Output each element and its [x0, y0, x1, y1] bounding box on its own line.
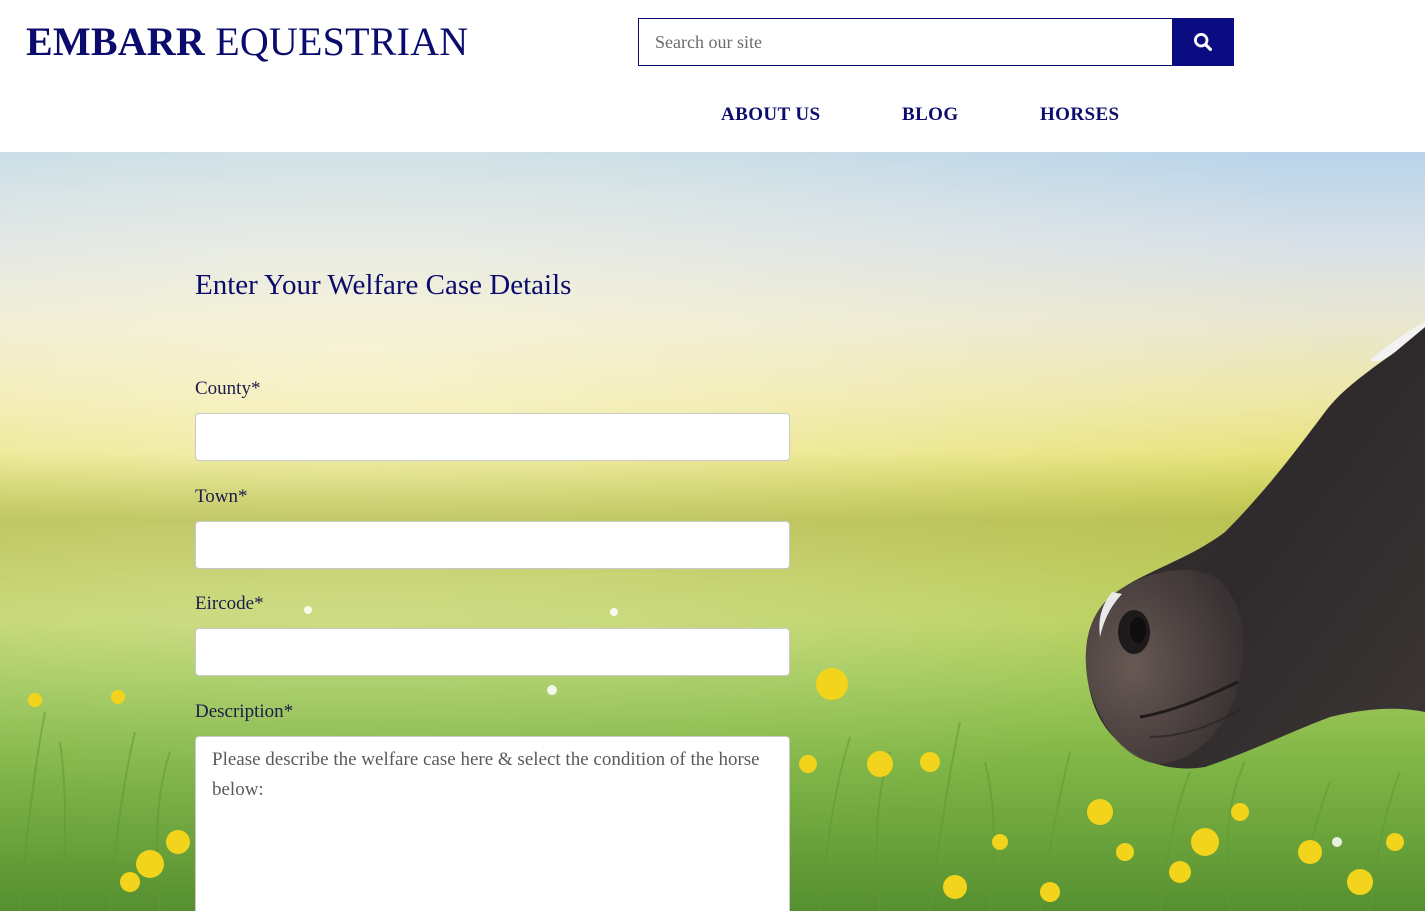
brand-name-light: EQUESTRIAN [215, 19, 469, 64]
search-icon [1193, 32, 1212, 51]
county-input[interactable] [195, 413, 790, 461]
county-label: County* [195, 378, 261, 399]
eircode-input[interactable] [195, 628, 790, 676]
town-input[interactable] [195, 521, 790, 569]
site-logo[interactable]: EMBARR EQUESTRIAN [26, 18, 468, 66]
eircode-label: Eircode* [195, 593, 264, 614]
brand-name-bold: EMBARR [26, 19, 205, 64]
search-input[interactable] [638, 18, 1172, 66]
description-textarea[interactable] [195, 736, 790, 911]
form-title: Enter Your Welfare Case Details [195, 269, 572, 301]
search-button[interactable] [1172, 18, 1234, 66]
main-nav: ABOUT US BLOG HORSES [0, 104, 1425, 134]
nav-item-about-us[interactable]: ABOUT US [721, 104, 820, 126]
town-label: Town* [195, 486, 248, 507]
description-label: Description* [195, 701, 294, 722]
site-header: EMBARR EQUESTRIAN ABOUT US BLOG HORSES [0, 0, 1425, 152]
search-form [638, 18, 1234, 66]
hero-background: Enter Your Welfare Case Details County* … [0, 152, 1425, 911]
nav-item-blog[interactable]: BLOG [902, 104, 959, 126]
nav-item-horses[interactable]: HORSES [1040, 104, 1120, 126]
